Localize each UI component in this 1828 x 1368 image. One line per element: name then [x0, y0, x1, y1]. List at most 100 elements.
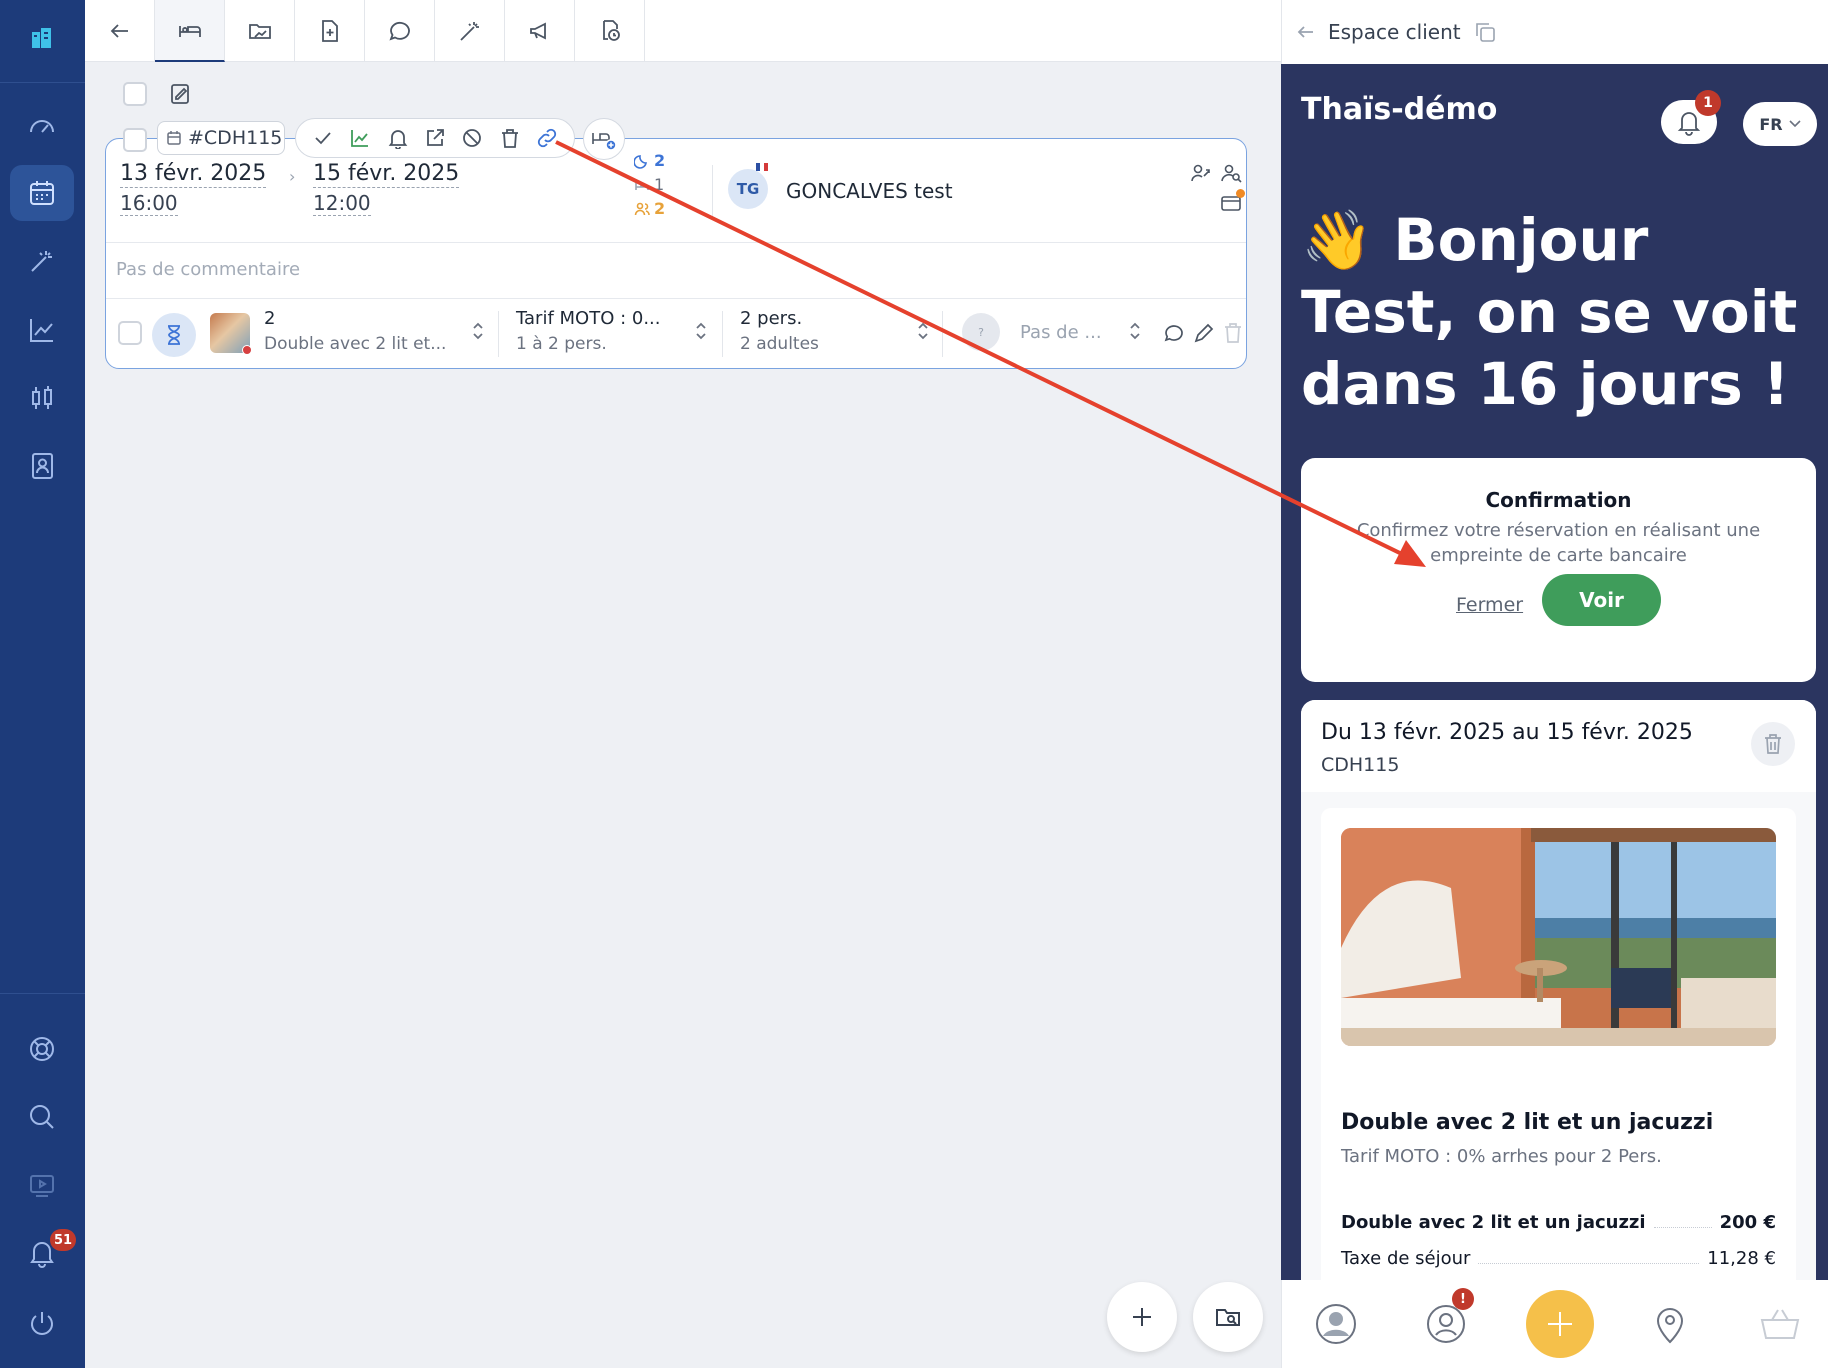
- candlestick-icon[interactable]: [10, 370, 74, 426]
- comment-icon[interactable]: [1162, 321, 1186, 349]
- folder-icon: [248, 24, 271, 39]
- cancel-circle-icon[interactable]: [461, 127, 483, 149]
- tab-rooms[interactable]: [155, 0, 225, 62]
- reservation-id: #CDH115: [188, 127, 283, 149]
- logout-power-icon[interactable]: [10, 1295, 74, 1351]
- assign-room-button[interactable]: [583, 118, 625, 160]
- client-notifications-button[interactable]: 1: [1661, 90, 1721, 144]
- help-lifebuoy-icon[interactable]: [10, 1021, 74, 1077]
- external-link-icon[interactable]: [424, 127, 446, 149]
- assign-select-icon[interactable]: [1128, 321, 1142, 341]
- check-icon[interactable]: [312, 127, 334, 149]
- room-photo: [1341, 828, 1776, 1046]
- arrival-date[interactable]: 13 févr. 2025: [120, 161, 267, 188]
- pencil-edit-icon[interactable]: [1192, 321, 1216, 349]
- select-all-checkbox[interactable]: [123, 82, 147, 106]
- nav-profile[interactable]: [1304, 1292, 1368, 1356]
- guest-name[interactable]: GONCALVES test: [786, 179, 953, 203]
- nav-basket[interactable]: [1748, 1292, 1812, 1356]
- reservation-card[interactable]: 13 févr. 2025 16:00 › 15 févr. 2025 12:0…: [105, 138, 1247, 369]
- bed-icon: [178, 26, 201, 37]
- map-pin-icon: [1656, 1308, 1684, 1344]
- guest-link-icon[interactable]: [1189, 161, 1213, 189]
- people-icon: [634, 202, 650, 215]
- chart-line-icon[interactable]: [10, 302, 74, 358]
- magic-wand-icon[interactable]: [10, 233, 74, 289]
- room-quantity: 2: [264, 308, 276, 329]
- language-selector[interactable]: FR: [1743, 102, 1817, 146]
- hotel-name: Thaïs-démo: [1301, 92, 1498, 127]
- moon-icon: [634, 154, 647, 169]
- clock-document-icon: [602, 20, 620, 41]
- hotel-logo-icon[interactable]: [10, 10, 74, 66]
- nav-add-button[interactable]: [1526, 1290, 1594, 1358]
- trash-icon[interactable]: [1222, 321, 1244, 349]
- confirmation-card: Confirmation Confirmez votre réservation…: [1301, 458, 1816, 682]
- departure-time[interactable]: 12:00: [313, 191, 371, 216]
- departure-date[interactable]: 15 févr. 2025: [313, 161, 460, 188]
- tab-history[interactable]: [575, 0, 645, 62]
- copy-icon[interactable]: [1473, 20, 1497, 44]
- trash-icon[interactable]: [499, 127, 521, 149]
- top-toolbar: [85, 0, 1281, 62]
- arrival-time[interactable]: 16:00: [120, 191, 178, 216]
- dashboard-gauge-icon[interactable]: [10, 98, 74, 154]
- nav-contact[interactable]: !: [1414, 1288, 1478, 1356]
- arrow-left-icon[interactable]: [1296, 22, 1316, 42]
- delete-booking-button[interactable]: [1751, 722, 1795, 766]
- video-tutorial-icon[interactable]: [10, 1157, 74, 1213]
- reservation-checkbox[interactable]: [123, 128, 147, 152]
- room-line-checkbox[interactable]: [118, 321, 142, 345]
- calendar-icon[interactable]: [10, 165, 74, 221]
- search-folder-fab-button[interactable]: [1193, 1282, 1263, 1352]
- unassigned-label: Pas de ...: [1020, 322, 1102, 343]
- link-icon[interactable]: [536, 127, 558, 149]
- search-icon[interactable]: [10, 1089, 74, 1145]
- pax-count: 2 pers.: [740, 308, 803, 329]
- greeting-heading: 👋 Bonjour Test, on se voit dans 16 jours…: [1301, 204, 1811, 420]
- tab-campaigns[interactable]: [505, 0, 575, 62]
- client-space-header: Espace client: [1281, 0, 1828, 64]
- client-notification-badge: 1: [1695, 90, 1721, 116]
- guest-avatar[interactable]: TG: [728, 169, 768, 209]
- add-fab-button[interactable]: [1107, 1282, 1177, 1352]
- client-bottom-nav: !: [1281, 1280, 1828, 1368]
- price-line-tax: Taxe de séjour 11,28 €: [1341, 1248, 1776, 1269]
- chat-bubble-icon: [388, 21, 410, 41]
- notifications-bell-icon[interactable]: 51: [10, 1225, 77, 1281]
- pending-status-button[interactable]: [152, 313, 196, 357]
- unassigned-avatar[interactable]: ?: [962, 313, 1000, 351]
- divider: [498, 311, 499, 357]
- room-line-row: 2 Double avec 2 lit et... Tarif MOTO : 0…: [106, 299, 1246, 369]
- chart-icon[interactable]: [349, 127, 371, 149]
- room-card: Double avec 2 lit et un jacuzzi Tarif MO…: [1321, 808, 1796, 1280]
- reservation-id-badge[interactable]: #CDH115: [157, 121, 285, 155]
- main-area: 13 févr. 2025 16:00 › 15 févr. 2025 12:0…: [85, 62, 1281, 1368]
- back-arrow-button[interactable]: [85, 0, 155, 62]
- nav-location[interactable]: [1638, 1292, 1702, 1356]
- close-link[interactable]: Fermer: [1456, 594, 1523, 616]
- rate-select-icon[interactable]: [694, 321, 708, 341]
- tab-document[interactable]: [295, 0, 365, 62]
- client-space-title: Espace client: [1328, 20, 1461, 44]
- megaphone-icon: [529, 22, 546, 40]
- payment-status-dot: [1236, 189, 1245, 198]
- guest-search-icon[interactable]: [1219, 161, 1243, 189]
- pax-select-icon[interactable]: [916, 321, 930, 341]
- rate-name: Tarif MOTO : 0...: [516, 308, 661, 329]
- contact-book-icon[interactable]: [10, 438, 74, 494]
- comment-row[interactable]: Pas de commentaire: [106, 243, 1246, 299]
- france-flag-icon: [756, 163, 768, 171]
- room-type-select-icon[interactable]: [471, 321, 485, 341]
- edit-note-icon[interactable]: [167, 80, 195, 108]
- bell-icon[interactable]: [387, 127, 409, 149]
- tab-messages[interactable]: [365, 0, 435, 62]
- room-rate: Tarif MOTO : 0% arrhes pour 2 Pers.: [1341, 1146, 1662, 1167]
- tab-automation[interactable]: [435, 0, 505, 62]
- payment-card-icon[interactable]: [1219, 189, 1245, 219]
- view-button[interactable]: Voir: [1542, 574, 1661, 626]
- tab-folder[interactable]: [225, 0, 295, 62]
- comment-placeholder[interactable]: Pas de commentaire: [116, 259, 300, 280]
- trash-icon: [1765, 734, 1781, 754]
- confirmation-text: Confirmez votre réservation en réalisant…: [1356, 520, 1761, 566]
